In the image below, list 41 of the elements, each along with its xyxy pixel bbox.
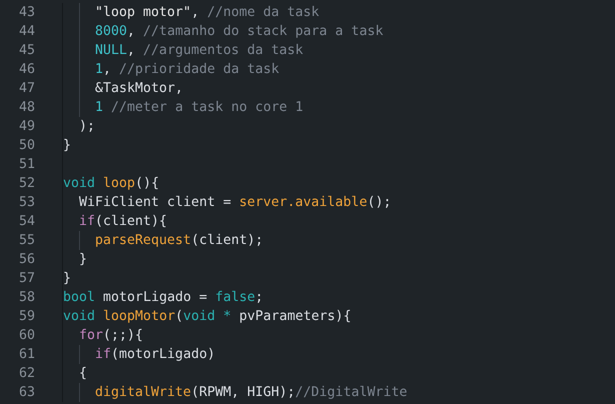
code-line: if(motorLigado) — [63, 345, 216, 364]
code-line: parseRequest(client); — [63, 231, 264, 250]
line-number: 59 — [0, 307, 63, 326]
code-line: &TaskMotor, — [63, 79, 184, 98]
code-line: if(client){ — [78, 213, 168, 231]
line-number: 52 — [0, 174, 63, 193]
line-number: 57 — [0, 269, 63, 288]
code-line: 1 //meter a task no core 1 — [63, 98, 304, 117]
code-line: for(;;){ — [78, 327, 144, 345]
line-number: 53 — [0, 193, 63, 212]
line-number: 48 — [0, 98, 63, 117]
code-line: digitalWrite(RPWM, HIGH);//DigitalWrite — [63, 383, 408, 402]
line-number: 62 — [0, 364, 63, 383]
code-line: void loopMotor(void * pvParameters){ — [63, 308, 352, 326]
code-line: { — [78, 365, 88, 383]
code-line: bool motorLigado = false; — [63, 289, 264, 307]
code-line: void loop(){ — [63, 175, 160, 193]
line-number: 61 — [0, 345, 63, 364]
line-number: 47 — [0, 79, 63, 98]
code-line: 1, //prioridade da task — [63, 60, 280, 79]
code-line: WiFiClient client = server.available(); — [78, 194, 392, 212]
code-line: } — [63, 270, 72, 288]
code-line: } — [78, 251, 88, 269]
line-number: 56 — [0, 250, 63, 269]
line-number: 46 — [0, 60, 63, 79]
code-line: 8000, //tamanho do stack para a task — [63, 22, 384, 41]
line-number: 54 — [0, 212, 63, 231]
code-line: ); — [78, 118, 96, 136]
line-number: 43 — [0, 3, 63, 22]
code-line: NULL, //argumentos da task — [63, 41, 304, 60]
code-line: } — [63, 137, 72, 155]
line-number: 44 — [0, 22, 63, 41]
line-number: 51 — [0, 155, 63, 174]
line-number: 58 — [0, 288, 63, 307]
line-number: 60 — [0, 326, 63, 345]
line-number: 55 — [0, 231, 63, 250]
line-number: 50 — [0, 136, 63, 155]
line-number: 63 — [0, 383, 63, 402]
code-line: "loop motor", //nome da task — [63, 3, 320, 22]
line-number: 45 — [0, 41, 63, 60]
line-number: 49 — [0, 117, 63, 136]
